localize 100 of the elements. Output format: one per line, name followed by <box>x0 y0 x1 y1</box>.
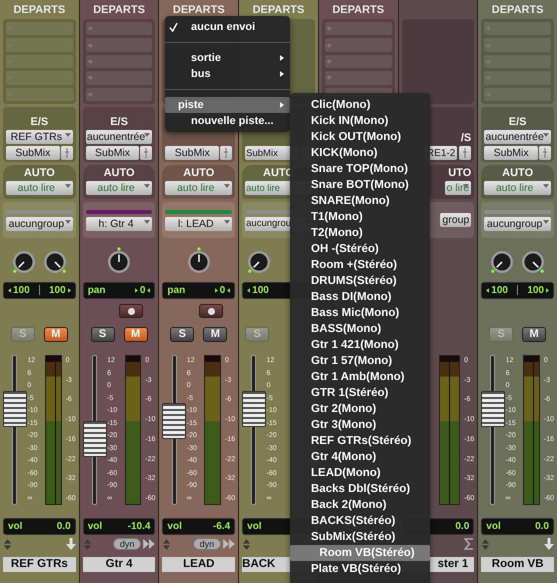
fast-forward-icon[interactable] <box>223 539 236 549</box>
output-selector[interactable]: SubMix <box>86 146 140 160</box>
left-arrow-icon <box>147 288 150 292</box>
menu-item[interactable]: bus <box>165 66 290 82</box>
pan-display[interactable]: 100 100 <box>481 282 554 298</box>
group-selector[interactable]: aucungroup <box>484 216 551 230</box>
fader-icon[interactable] <box>220 146 232 160</box>
fader-icon[interactable] <box>60 146 73 160</box>
dropdown-icon <box>543 220 549 224</box>
pan-label: pan <box>167 284 186 296</box>
sends-header: DEPARTS <box>252 4 304 16</box>
track-name[interactable]: REF GTRs <box>3 556 76 572</box>
down-arrow-icon[interactable] <box>66 538 76 550</box>
group-selector[interactable]: l: LEAD <box>165 216 232 230</box>
submenu-arrow-icon <box>280 55 284 61</box>
input-selector[interactable]: aucunentrée <box>484 130 551 144</box>
left-arrow-icon <box>486 288 490 292</box>
record-button[interactable] <box>119 304 144 318</box>
fader-handle[interactable] <box>3 391 27 427</box>
output-selector[interactable]: SubMix <box>484 146 538 160</box>
fader-handle[interactable] <box>82 421 107 457</box>
volume-value: -6.4 <box>212 520 230 532</box>
fader-icon[interactable] <box>459 146 472 160</box>
pan-value: 100 <box>49 284 66 296</box>
menu-item[interactable]: REF GTRs(Stéréo) <box>290 433 430 449</box>
dyn-button[interactable]: dyn <box>192 538 222 550</box>
pan-label: pan <box>88 284 106 296</box>
menu-item[interactable]: Gtr 3(Mono) <box>290 417 430 433</box>
menu-item[interactable]: Kick IN(Mono) <box>290 113 430 129</box>
dyn-button[interactable]: dyn <box>112 538 142 550</box>
up-down-icon[interactable] <box>82 538 92 550</box>
arrow-icon <box>8 92 13 97</box>
down-arrow-icon[interactable] <box>544 538 554 550</box>
fast-forward-icon[interactable] <box>143 539 156 549</box>
menu-item[interactable]: nouvelle piste... <box>165 113 290 129</box>
input-selector[interactable]: REF GTRs <box>6 130 73 144</box>
mute-button[interactable]: M <box>522 326 546 342</box>
sum-icon <box>464 538 474 550</box>
fader-icon[interactable] <box>539 146 551 160</box>
menu-item[interactable]: aucun envoi <box>165 19 290 35</box>
menu-item[interactable]: Backs Dbl(Stéréo) <box>290 481 430 497</box>
pan-display[interactable]: 100 100 <box>3 282 76 298</box>
volume-display[interactable]: vol 0.0 <box>481 518 554 534</box>
pan-display[interactable]: pan 0 <box>82 282 156 298</box>
menu-item[interactable]: sortie <box>165 50 290 66</box>
up-down-icon[interactable] <box>481 538 490 550</box>
menu-item[interactable]: GTR 1(Stéréo) <box>290 385 430 401</box>
up-down-icon[interactable] <box>162 538 172 550</box>
menu-item[interactable]: Gtr 1 57(Mono) <box>290 353 430 369</box>
menu-item[interactable]: piste <box>165 97 290 113</box>
input-selector[interactable]: aucunentrée <box>86 130 152 144</box>
fader-handle[interactable] <box>242 391 266 427</box>
record-button[interactable] <box>199 304 224 318</box>
mute-button[interactable]: M <box>203 326 228 342</box>
io-label: E/S <box>109 116 129 128</box>
fader-handle[interactable] <box>162 403 186 439</box>
automation-label: AUTO <box>22 167 56 179</box>
dropdown-icon <box>64 220 71 224</box>
volume-display[interactable]: vol 0.0 <box>3 518 76 534</box>
output-selector[interactable]: SubMix <box>6 146 60 160</box>
track-name[interactable]: Gtr 4 <box>82 556 156 572</box>
menu-item[interactable]: Gtr 1 Amb(Mono) <box>290 369 430 385</box>
volume-display[interactable]: vol -10.4 <box>82 518 156 534</box>
group-selector[interactable]: h: Gtr 4 <box>86 216 152 230</box>
menu-item[interactable]: BASS(Mono) <box>290 321 430 337</box>
fader-handle[interactable] <box>481 391 506 427</box>
output-selector[interactable]: SubMix <box>165 146 220 160</box>
menu-item[interactable]: Room +(Stéréo) <box>290 257 430 273</box>
fader-icon[interactable] <box>140 146 152 160</box>
dropdown-icon <box>144 133 150 137</box>
menu-item[interactable]: LEAD(Mono) <box>290 465 430 481</box>
pan-value: 100 <box>252 284 269 296</box>
track-name[interactable]: Room VB <box>481 556 554 572</box>
volume-display[interactable]: vol -6.4 <box>162 518 236 534</box>
volume-label: vol <box>8 520 22 532</box>
solo-button[interactable]: S <box>90 326 115 342</box>
menu-item[interactable]: OH -(Stéréo) <box>290 241 430 257</box>
menu-item[interactable]: Gtr 2(Mono) <box>290 401 430 417</box>
dropdown-icon <box>543 184 549 188</box>
solo-button[interactable]: S <box>170 326 194 342</box>
pan-display[interactable]: pan 0 <box>162 282 236 298</box>
menu-item[interactable]: Clic(Mono) <box>290 97 430 113</box>
volume-label: vol <box>247 520 262 532</box>
menu-item[interactable]: SNARE(Mono) <box>290 193 430 209</box>
up-down-icon[interactable] <box>3 538 12 550</box>
arrow-icon <box>8 26 13 32</box>
pan-value: 100 <box>13 284 30 296</box>
menu-item[interactable]: Room VB(Stéréo) <box>290 545 430 561</box>
menu-item[interactable]: Gtr 1 421(Mono) <box>290 337 430 353</box>
menu-item[interactable]: Back 2(Mono) <box>290 497 430 513</box>
menu-item[interactable]: Bass Mic(Mono) <box>290 305 430 321</box>
left-arrow-icon <box>227 288 230 292</box>
group-selector[interactable]: aucungroup <box>6 216 73 230</box>
up-down-icon[interactable] <box>242 538 252 550</box>
track-name[interactable]: LEAD <box>162 556 236 572</box>
volume-value: -10.4 <box>128 520 150 532</box>
menu-item[interactable]: Gtr 4(Mono) <box>290 449 430 465</box>
dropdown-icon <box>463 184 470 188</box>
menu-item[interactable]: Kick OUT(Mono) <box>290 129 430 145</box>
group-selector[interactable]: group <box>440 213 472 227</box>
